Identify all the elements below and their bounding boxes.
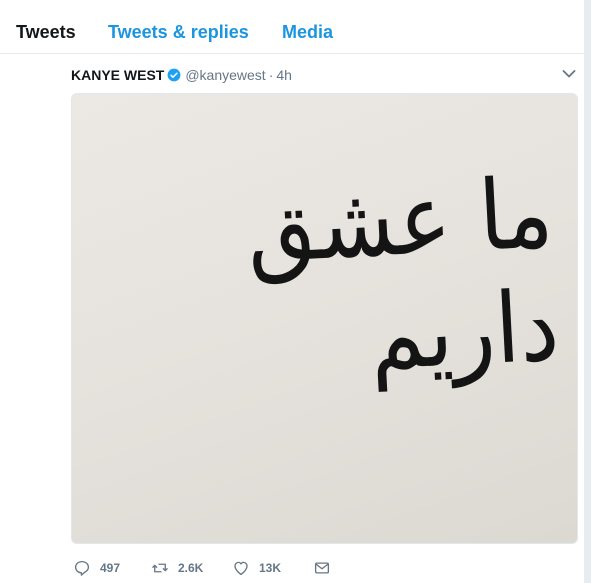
profile-timeline: Tweets Tweets & replies Media KANYE WEST… xyxy=(0,0,585,583)
tweet-author-handle[interactable]: @kanyewest xyxy=(185,67,265,83)
tweet-photo[interactable]: ما عشق داریم xyxy=(71,93,578,544)
tweet-actions: 497 2.6K 13K xyxy=(71,556,371,580)
tab-tweets-and-replies[interactable]: Tweets & replies xyxy=(108,22,249,43)
reply-icon xyxy=(74,560,90,576)
retweet-icon xyxy=(152,563,168,573)
tweet-header: KANYE WEST @kanyewest · 4h xyxy=(71,66,292,84)
chevron-down-icon[interactable] xyxy=(562,69,576,79)
tweet-timestamp[interactable]: 4h xyxy=(276,67,292,83)
direct-message-button[interactable] xyxy=(313,556,340,580)
handwritten-text: ما عشق داریم xyxy=(243,155,562,393)
tab-media[interactable]: Media xyxy=(282,22,333,43)
like-count: 13K xyxy=(259,561,282,575)
tweet-author-name[interactable]: KANYE WEST xyxy=(71,67,164,83)
reply-count: 497 xyxy=(100,561,121,575)
retweet-count: 2.6K xyxy=(178,561,204,575)
verified-badge-icon xyxy=(167,68,181,82)
reply-button[interactable]: 497 xyxy=(73,556,120,580)
header-separator: · xyxy=(268,67,274,83)
like-button[interactable]: 13K xyxy=(232,556,281,580)
retweet-button[interactable]: 2.6K xyxy=(151,556,203,580)
page-background-strip xyxy=(584,0,591,6)
tab-tweets[interactable]: Tweets xyxy=(16,22,76,43)
envelope-icon xyxy=(314,562,330,574)
heart-icon xyxy=(234,561,248,576)
profile-tabs: Tweets Tweets & replies Media xyxy=(0,0,584,54)
